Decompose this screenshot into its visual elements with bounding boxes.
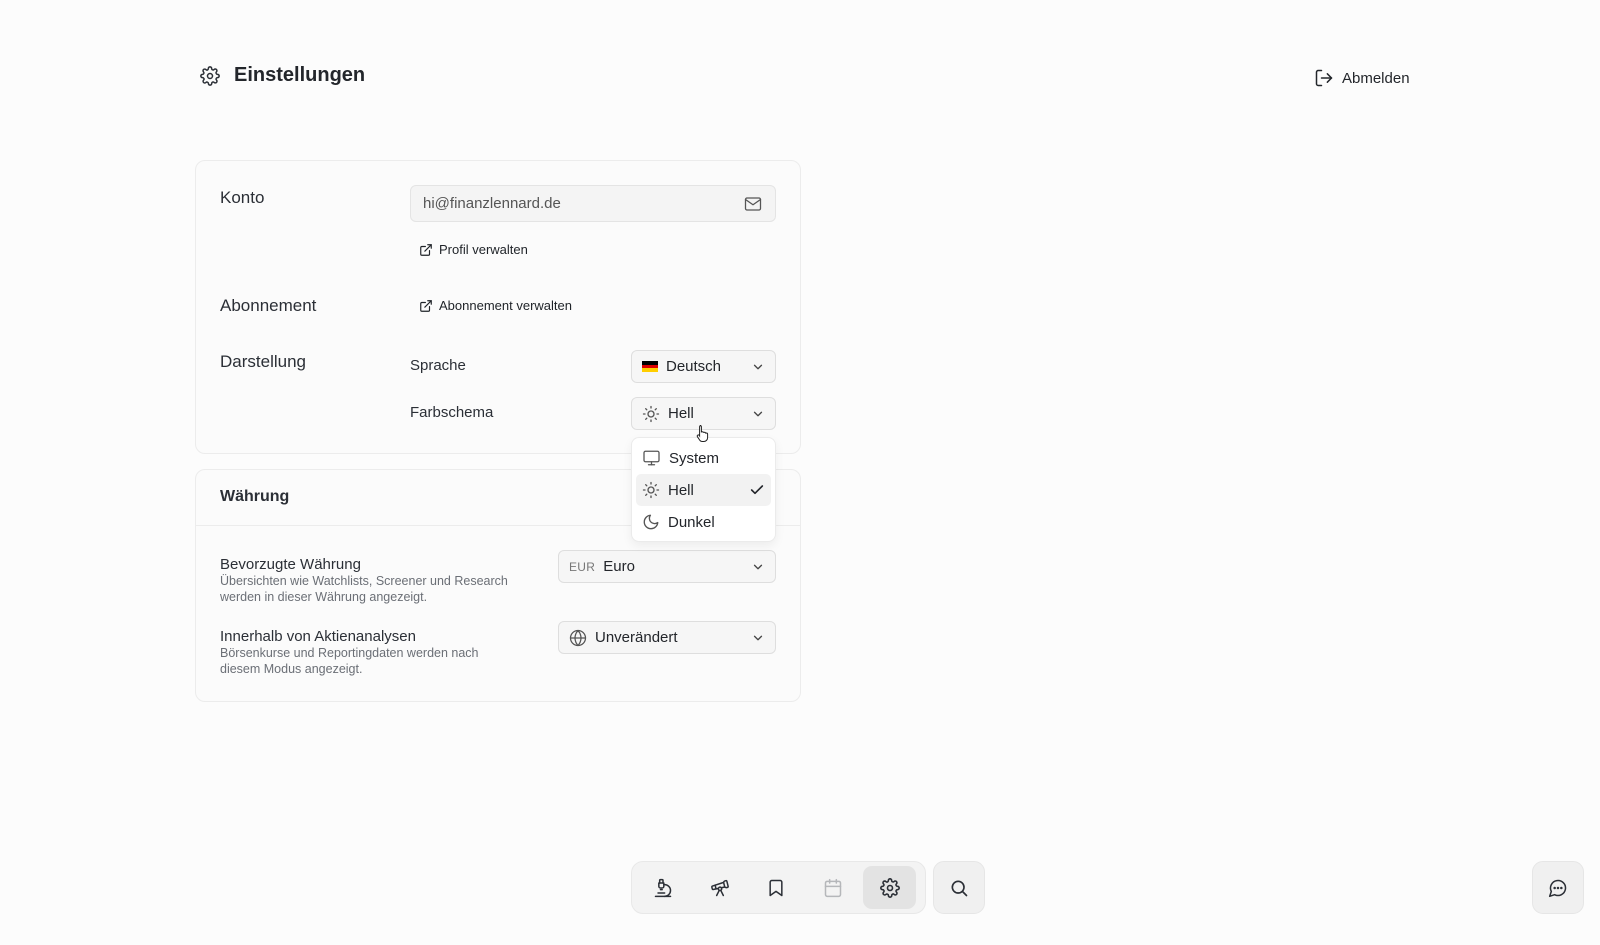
theme-label: Farbschema bbox=[410, 404, 494, 421]
language-value: Deutsch bbox=[666, 358, 722, 375]
section-label-currency: Währung bbox=[220, 488, 290, 505]
chevron-down-icon bbox=[751, 407, 765, 421]
manage-subscription-label: Abonnement verwalten bbox=[439, 298, 572, 313]
gear-icon bbox=[200, 65, 220, 86]
section-label-account: Konto bbox=[220, 188, 265, 207]
bookmark-icon bbox=[766, 878, 786, 898]
dock-analysis-button[interactable] bbox=[637, 866, 690, 909]
globe-icon bbox=[569, 629, 587, 647]
dock-calendar-button[interactable] bbox=[807, 866, 860, 909]
preferred-currency-title: Bevorzugte Währung bbox=[220, 556, 361, 573]
calendar-icon bbox=[823, 878, 843, 898]
microscope-icon bbox=[653, 878, 673, 898]
dock-screener-button[interactable] bbox=[694, 866, 747, 909]
logout-label: Abmelden bbox=[1342, 69, 1410, 87]
analysis-value: Unverändert bbox=[595, 629, 678, 646]
currency-code: EUR bbox=[569, 559, 596, 574]
theme-option-dark[interactable]: Dunkel bbox=[636, 506, 771, 538]
dock-watchlist-button[interactable] bbox=[750, 866, 803, 909]
analysis-currency-select[interactable]: Unverändert bbox=[558, 621, 776, 654]
telescope-icon bbox=[710, 878, 730, 898]
chat-bubble-icon bbox=[1548, 878, 1568, 898]
german-flag-icon bbox=[642, 361, 658, 373]
analysis-currency-description: Börsenkurse und Reportingdaten werden na… bbox=[220, 646, 479, 676]
theme-option-label: Dunkel bbox=[668, 513, 715, 531]
external-link-icon bbox=[419, 243, 433, 257]
page-header: Einstellungen bbox=[200, 64, 365, 87]
chevron-down-icon bbox=[751, 560, 765, 574]
logout-button[interactable]: Abmelden bbox=[1314, 68, 1410, 88]
check-icon bbox=[749, 482, 765, 498]
theme-option-system[interactable]: System bbox=[636, 442, 771, 474]
mail-icon bbox=[743, 195, 763, 213]
hand-cursor-icon bbox=[696, 424, 710, 442]
monitor-icon bbox=[642, 449, 661, 467]
manage-profile-label: Profil verwalten bbox=[439, 242, 528, 257]
theme-value: Hell bbox=[668, 405, 694, 422]
logout-icon bbox=[1314, 68, 1334, 88]
page-title: Einstellungen bbox=[234, 64, 366, 86]
section-label-appearance: Darstellung bbox=[220, 352, 306, 371]
email-field[interactable]: hi@finanzlennard.de bbox=[410, 185, 776, 222]
bottom-dock bbox=[631, 861, 926, 914]
preferred-currency-select[interactable]: EUR Euro bbox=[558, 550, 776, 583]
section-label-subscription: Abonnement bbox=[220, 296, 317, 315]
dock-settings-button[interactable] bbox=[863, 866, 916, 909]
sun-icon bbox=[642, 405, 660, 423]
sun-icon bbox=[642, 481, 660, 499]
email-value: hi@finanzlennard.de bbox=[423, 195, 561, 212]
chevron-down-icon bbox=[751, 360, 765, 374]
manage-subscription-link[interactable]: Abonnement verwalten bbox=[419, 298, 572, 313]
language-label: Sprache bbox=[410, 357, 466, 374]
gear-icon bbox=[879, 877, 900, 898]
theme-dropdown-menu: System Hell Dunkel bbox=[631, 437, 776, 542]
analysis-currency-title: Innerhalb von Aktienanalysen bbox=[220, 628, 416, 645]
theme-option-label: System bbox=[669, 449, 720, 467]
manage-profile-link[interactable]: Profil verwalten bbox=[419, 242, 528, 257]
chevron-down-icon bbox=[751, 631, 765, 645]
search-icon bbox=[949, 878, 969, 898]
chat-button[interactable] bbox=[1532, 861, 1584, 914]
language-select[interactable]: Deutsch bbox=[631, 350, 776, 383]
preferred-currency-description: Übersichten wie Watchlists, Screener und… bbox=[220, 574, 508, 604]
theme-option-light[interactable]: Hell bbox=[636, 474, 771, 506]
currency-value: Euro bbox=[603, 558, 635, 575]
search-button[interactable] bbox=[933, 861, 985, 914]
theme-option-label: Hell bbox=[668, 481, 694, 499]
external-link-icon bbox=[419, 299, 433, 313]
moon-icon bbox=[642, 513, 660, 531]
